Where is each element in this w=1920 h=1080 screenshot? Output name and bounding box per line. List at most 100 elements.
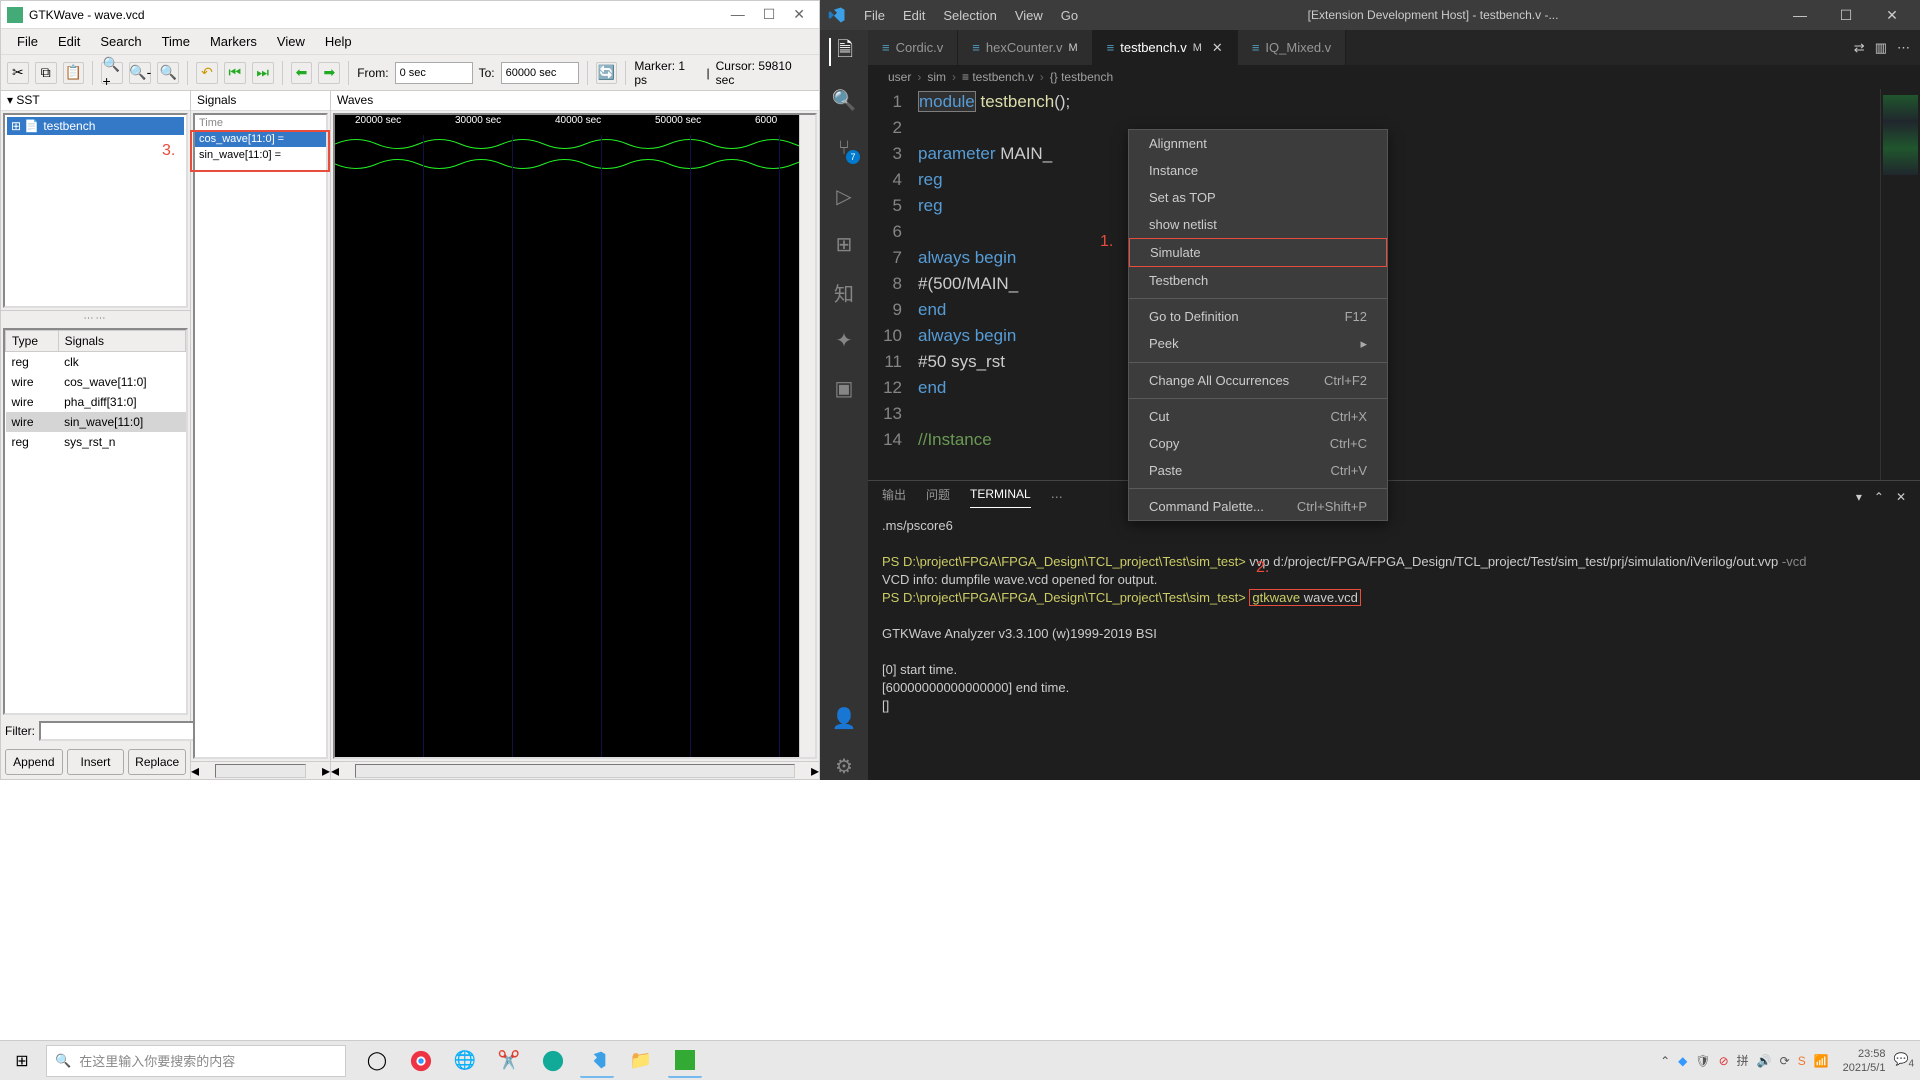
vscode-app-icon[interactable]	[580, 1044, 614, 1078]
gtkwave-app-icon[interactable]	[668, 1044, 702, 1078]
table-row[interactable]: regsys_rst_n	[6, 432, 186, 452]
menu-help[interactable]: Help	[317, 32, 360, 51]
menu-search[interactable]: Search	[92, 32, 149, 51]
start-button[interactable]: ⊞	[6, 1045, 38, 1077]
tab-IQ_Mixed.v[interactable]: ≡IQ_Mixed.v	[1238, 30, 1346, 65]
signals-table[interactable]: Type Signals regclkwirecos_wave[11:0]wir…	[3, 328, 188, 715]
ctx-cut[interactable]: CutCtrl+X	[1129, 403, 1387, 430]
menu-edit[interactable]: Edit	[50, 32, 88, 51]
ctx-go-to-definition[interactable]: Go to DefinitionF12	[1129, 303, 1387, 330]
chevron-up-icon[interactable]: ⌃	[1660, 1054, 1670, 1068]
next-icon[interactable]: ➡	[318, 62, 340, 84]
sst-tree-item-testbench[interactable]: ⊞ 📄 testbench	[7, 117, 184, 135]
tray-icon[interactable]: ⟳	[1780, 1054, 1790, 1068]
close-icon[interactable]: ✕	[793, 6, 805, 23]
tab-testbench.v[interactable]: ≡testbench.vM✕	[1093, 30, 1238, 65]
minimap[interactable]	[1880, 89, 1920, 480]
copy-icon[interactable]: ⧉	[35, 62, 57, 84]
ctx-alignment[interactable]: Alignment	[1129, 130, 1387, 157]
to-input[interactable]	[501, 62, 579, 84]
breadcrumb-item[interactable]: ≡ testbench.v	[962, 70, 1034, 84]
ctx-simulate[interactable]: Simulate	[1129, 238, 1387, 267]
refresh-icon[interactable]: 🔄	[596, 62, 618, 84]
breadcrumb-item[interactable]: sim	[927, 70, 946, 84]
extensions-icon[interactable]: ⊞	[830, 230, 858, 258]
sst-tree[interactable]: ⊞ 📄 testbench	[3, 113, 188, 308]
wave-vscroll[interactable]	[799, 115, 815, 757]
ctx-change-all-occurrences[interactable]: Change All OccurrencesCtrl+F2	[1129, 367, 1387, 394]
wifi-icon[interactable]: 📶	[1814, 1054, 1829, 1068]
terminal-maximize-icon[interactable]: ⌃	[1874, 490, 1884, 504]
replace-button[interactable]: Replace	[128, 749, 186, 775]
taskview-icon[interactable]: ◯	[360, 1044, 394, 1078]
col-signals[interactable]: Signals	[58, 331, 185, 352]
signals-hscroll[interactable]: ◂▸	[191, 761, 330, 779]
edge-icon[interactable]	[536, 1044, 570, 1078]
paste-icon[interactable]: 📋	[63, 62, 85, 84]
explorer-icon[interactable]: 🗎	[829, 38, 857, 66]
ctx-set-as-top[interactable]: Set as TOP	[1129, 184, 1387, 211]
panel-grip-icon[interactable]: ⋯⋯	[1, 311, 190, 326]
wave-display[interactable]: 20000 sec30000 sec40000 sec50000 sec6000	[333, 113, 817, 759]
system-tray[interactable]: ⌃ ◆ 🛡 ⊘ 拼 🔊 ⟳ S 📶 23:582021/5/1 💬4	[1660, 1047, 1914, 1075]
debug-icon[interactable]: ▷	[830, 182, 858, 210]
col-type[interactable]: Type	[6, 331, 59, 352]
from-input[interactable]	[395, 62, 473, 84]
table-row[interactable]: wirepha_diff[31:0]	[6, 392, 186, 412]
tab-Cordic.v[interactable]: ≡Cordic.v	[868, 30, 958, 65]
menu-edit[interactable]: Edit	[895, 4, 933, 27]
notifications-icon[interactable]: 💬4	[1893, 1052, 1914, 1069]
menu-view[interactable]: View	[269, 32, 313, 51]
compare-icon[interactable]: ⇄	[1854, 40, 1865, 56]
first-icon[interactable]: ⏮	[224, 62, 246, 84]
scm-icon[interactable]: ⑂7	[830, 134, 858, 162]
signals-list[interactable]: Time cos_wave[11:0] =sin_wave[11:0] =	[193, 113, 328, 759]
breadcrumb[interactable]: user ›sim ›≡ testbench.v ›{} testbench	[868, 65, 1920, 89]
explorer-app-icon[interactable]: 📁	[624, 1044, 658, 1078]
close-icon[interactable]: ✕	[1872, 7, 1912, 24]
cut-icon[interactable]: ✂	[7, 62, 29, 84]
term-tab-problems[interactable]: 问题	[926, 486, 950, 509]
tray-icon[interactable]: S	[1798, 1054, 1806, 1068]
layout-icon[interactable]: ▣	[830, 374, 858, 402]
zhihu-icon[interactable]: 知	[830, 278, 858, 306]
menu-file[interactable]: File	[9, 32, 46, 51]
undo-icon[interactable]: ↶	[196, 62, 218, 84]
table-row[interactable]: wiresin_wave[11:0]	[6, 412, 186, 432]
minimize-icon[interactable]: —	[731, 6, 745, 23]
custom-ext-icon[interactable]: ✦	[830, 326, 858, 354]
tab-hexCounter.v[interactable]: ≡hexCounter.vM	[958, 30, 1092, 65]
ctx-paste[interactable]: PasteCtrl+V	[1129, 457, 1387, 484]
menu-selection[interactable]: Selection	[935, 4, 1004, 27]
menu-file[interactable]: File	[856, 4, 893, 27]
taskbar-search[interactable]: 🔍 在这里输入你要搜索的内容	[46, 1045, 346, 1077]
tray-icon[interactable]: ◆	[1678, 1054, 1687, 1068]
table-row[interactable]: wirecos_wave[11:0]	[6, 372, 186, 392]
zoom-out-icon[interactable]: 🔍-	[129, 62, 151, 84]
chrome-icon[interactable]	[404, 1044, 438, 1078]
gear-icon[interactable]: ⚙	[830, 752, 858, 780]
ctx-show-netlist[interactable]: show netlist	[1129, 211, 1387, 238]
vscode-titlebar[interactable]: FileEditSelectionViewGo [Extension Devel…	[820, 0, 1920, 30]
menu-time[interactable]: Time	[154, 32, 198, 51]
volume-icon[interactable]: 🔊	[1757, 1054, 1772, 1068]
menu-view[interactable]: View	[1007, 4, 1051, 27]
append-button[interactable]: Append	[5, 749, 63, 775]
insert-button[interactable]: Insert	[67, 749, 125, 775]
prev-icon[interactable]: ⬅	[291, 62, 313, 84]
zoom-fit-icon[interactable]: 🔍	[157, 62, 179, 84]
table-row[interactable]: regclk	[6, 352, 186, 373]
last-icon[interactable]: ⏭	[252, 62, 274, 84]
ctx-testbench[interactable]: Testbench	[1129, 267, 1387, 294]
breadcrumb-item[interactable]: user	[888, 70, 911, 84]
search-icon[interactable]: 🔍	[830, 86, 858, 114]
ctx-peek[interactable]: Peek▸	[1129, 330, 1387, 358]
minimize-icon[interactable]: —	[1780, 7, 1820, 24]
zoom-in-icon[interactable]: 🔍+	[101, 62, 123, 84]
term-tab-terminal[interactable]: TERMINAL	[970, 487, 1031, 508]
signal-item[interactable]: sin_wave[11:0] =	[195, 147, 326, 163]
tray-icon[interactable]: 🛡	[1695, 1054, 1710, 1068]
snip-icon[interactable]: ✂️	[492, 1044, 526, 1078]
terminal-content[interactable]: .ms/pscore6 PS D:\project\FPGA\FPGA_Desi…	[868, 513, 1920, 780]
maximize-icon[interactable]: ☐	[763, 6, 776, 23]
